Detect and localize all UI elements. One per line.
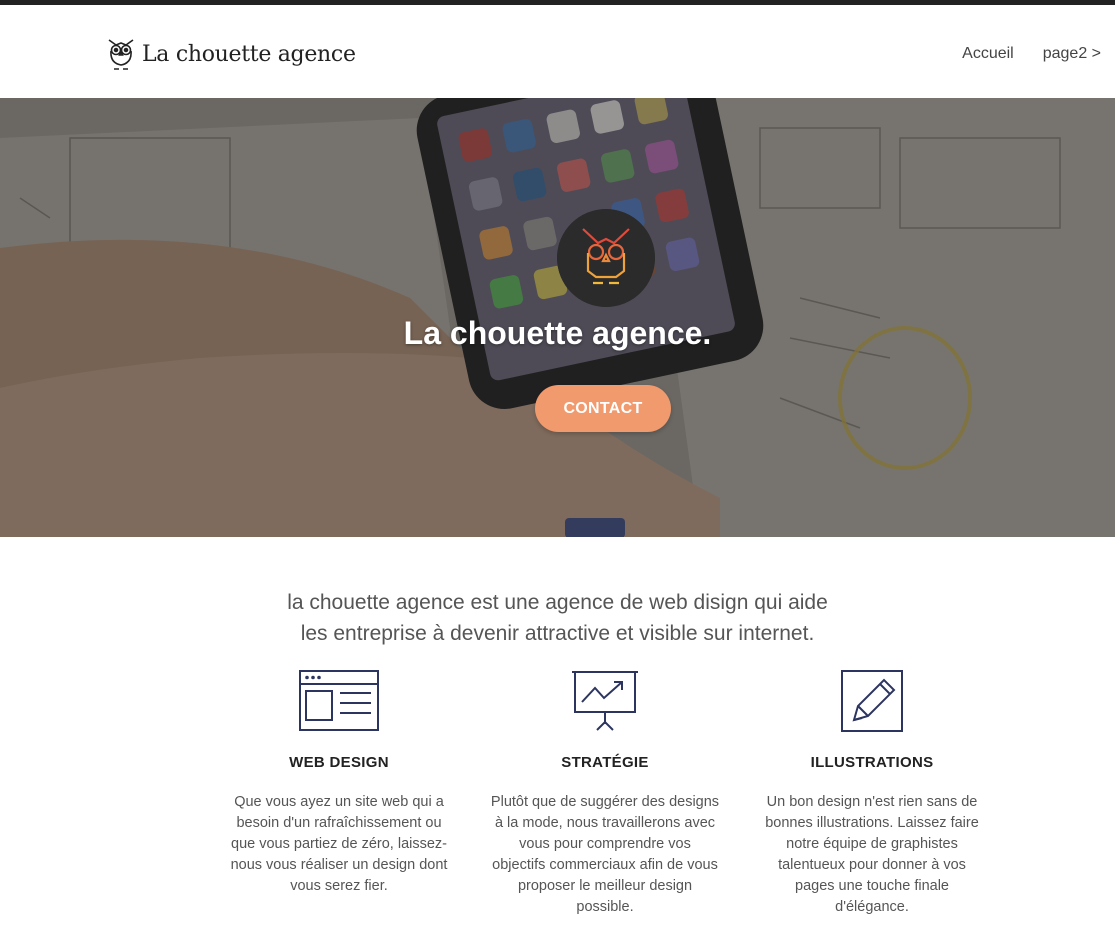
service-web-design: WEB DESIGN Que vous ayez un site web qui… — [219, 668, 459, 897]
owl-logo-icon — [557, 209, 655, 307]
hero-title: La chouette agence. — [403, 315, 712, 351]
services-section: WEB DESIGN Que vous ayez un site web qui… — [0, 668, 1115, 934]
service-description: Que vous ayez un site web qui a besoin d… — [230, 794, 448, 894]
brand-name: La chouette agence — [142, 41, 356, 67]
service-title: WEB DESIGN — [289, 754, 389, 771]
pencil-icon — [841, 670, 903, 732]
site-header: La chouette agence Accueil page2 > — [0, 5, 1115, 98]
intro-line-2: les entreprise à devenir attractive et v… — [300, 622, 815, 645]
service-title: ILLUSTRATIONS — [810, 754, 934, 771]
brand[interactable]: La chouette agence — [106, 36, 356, 72]
service-title: STRATÉGIE — [561, 754, 649, 771]
strategy-chart-icon — [572, 671, 638, 731]
intro-text: la chouette agence est une agence de web… — [0, 587, 1115, 649]
service-illustrations: ILLUSTRATIONS Un bon design n'est rien s… — [752, 668, 992, 918]
nav-item-page2[interactable]: page2 > — [1043, 45, 1101, 63]
web-design-icon — [299, 670, 379, 731]
nav-item-accueil[interactable]: Accueil — [962, 45, 1014, 63]
owl-icon — [108, 39, 134, 70]
intro-line-1: la chouette agence est une agence de web… — [287, 591, 828, 614]
hero-banner: La chouette agence. CONTACT — [0, 98, 1115, 537]
service-description: Plutôt que de suggérer des designs à la … — [490, 794, 720, 915]
contact-button[interactable]: CONTACT — [535, 385, 671, 432]
service-description: Un bon design n'est rien sans de bonnes … — [765, 794, 979, 915]
service-strategie: STRATÉGIE Plutôt que de suggérer des des… — [485, 668, 725, 918]
main-nav: Accueil page2 > — [962, 45, 1101, 63]
